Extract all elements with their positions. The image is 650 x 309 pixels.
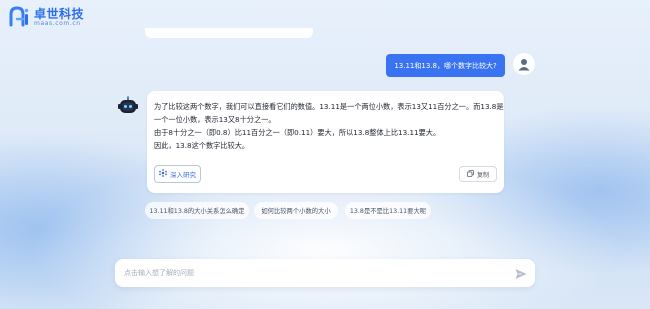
copy-label: 复制 bbox=[476, 171, 489, 179]
suggestion-chip[interactable]: 13.8是不是比13.11要大呢 bbox=[345, 202, 431, 219]
send-icon[interactable] bbox=[514, 266, 528, 280]
brand-domain: maas.com.cn bbox=[34, 19, 81, 27]
sparkle-icon bbox=[159, 169, 167, 179]
question-input[interactable] bbox=[124, 265, 494, 281]
answer-line: 一个一位小数，表示13又8十分之一。 bbox=[154, 115, 276, 124]
brand-name: 卓世科技 bbox=[34, 6, 85, 21]
user-message-bubble: 13.11和13.8，哪个数字比较大? bbox=[386, 54, 505, 77]
suggestion-chip[interactable]: 如何比较两个小数的大小 bbox=[254, 202, 338, 219]
user-avatar-icon bbox=[513, 53, 535, 75]
brand-logo[interactable]: 卓世科技 maas.com.cn bbox=[8, 6, 84, 28]
deep-research-label: 深入研究 bbox=[170, 171, 196, 179]
logo-icon bbox=[8, 6, 30, 28]
answer-text: 为了比较这两个数字，我们可以直接看它们的数值。13.11是一个两位小数，表示13… bbox=[154, 100, 504, 152]
chat-input-bar bbox=[115, 259, 535, 287]
copy-icon bbox=[467, 169, 474, 179]
copy-button[interactable]: 复制 bbox=[459, 166, 497, 182]
deep-research-button[interactable]: 深入研究 bbox=[154, 165, 201, 183]
answer-line: 因此，13.8这个数字比较大。 bbox=[154, 141, 250, 150]
previous-message-stub bbox=[145, 28, 313, 38]
answer-line: 由于8十分之一（即0.8）比11百分之一（即0.11）要大，所以13.8整体上比… bbox=[154, 128, 441, 137]
assistant-answer-card: 为了比较这两个数字，我们可以直接看它们的数值。13.11是一个两位小数，表示13… bbox=[147, 91, 504, 193]
robot-icon bbox=[117, 96, 139, 116]
answer-line: 为了比较这两个数字，我们可以直接看它们的数值。13.11是一个两位小数，表示13… bbox=[154, 102, 504, 111]
suggestion-chip[interactable]: 13.11和13.8的大小关系怎么确定 bbox=[145, 202, 249, 219]
